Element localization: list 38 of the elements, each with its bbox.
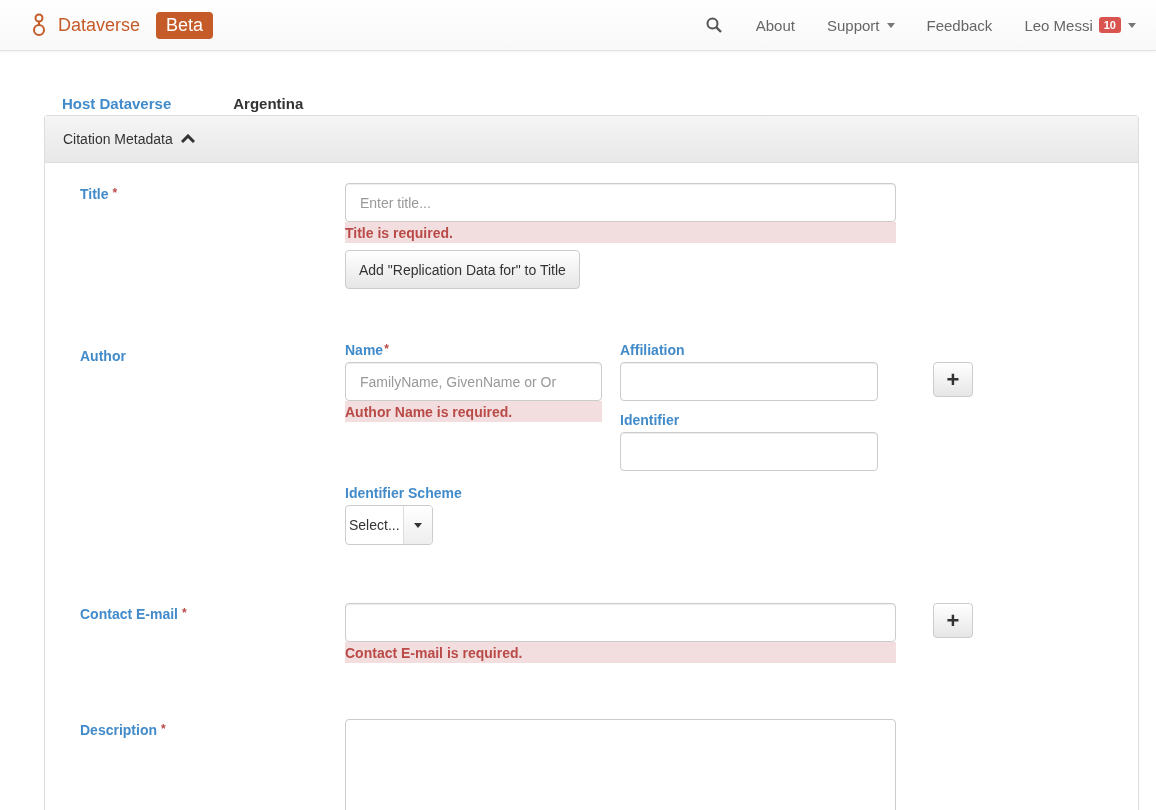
nav-link[interactable]: Support: [826, 16, 895, 34]
nav-link[interactable]: About: [755, 16, 795, 34]
description-field[interactable]: [345, 719, 896, 810]
field-label: Title: [80, 186, 109, 202]
field-label: Contact E-mail: [80, 606, 178, 622]
field-label: Identifier: [620, 412, 680, 428]
field-label: Author: [80, 348, 126, 364]
logo-icon: [32, 13, 46, 37]
field-label: Identifier Scheme: [345, 485, 462, 501]
host-dataverse-link[interactable]: Host Dataverse: [62, 95, 172, 115]
section-title[interactable]: Citation Metadata: [63, 131, 173, 147]
nav-link[interactable]: Feedback: [926, 16, 993, 34]
error-message: Contact E-mail is required.: [345, 642, 896, 663]
field-label: Name: [345, 342, 384, 358]
required-mark: *: [161, 722, 166, 736]
notification-badge: 10: [1098, 17, 1121, 33]
affiliation-field[interactable]: [620, 362, 878, 401]
search-icon[interactable]: [705, 17, 722, 33]
error-message: Title is required.: [345, 222, 896, 243]
error-message: Author Name is required.: [345, 401, 602, 422]
field-label: Description: [80, 722, 157, 738]
brand-link[interactable]: Dataverse: [58, 14, 141, 36]
add-button[interactable]: +: [933, 603, 973, 638]
field-label: Affiliation: [620, 342, 685, 358]
identifier-field[interactable]: [620, 432, 878, 471]
add-replication-button[interactable]: Add "Replication Data for" to Title: [345, 250, 580, 289]
text-field[interactable]: [345, 603, 896, 642]
text-field[interactable]: Enter title...: [345, 183, 896, 222]
user-menu[interactable]: Leo Messi 10: [1024, 16, 1136, 34]
host-dataverse-name: Argentina: [233, 95, 304, 114]
name-field[interactable]: FamilyName, GivenName or Or: [345, 362, 602, 401]
add-button[interactable]: +: [933, 362, 973, 397]
required-mark: *: [112, 186, 118, 200]
identifier-scheme-select[interactable]: Select...: [345, 505, 433, 545]
required-mark: *: [384, 342, 389, 356]
beta-badge: Beta: [156, 11, 214, 39]
chevron-up-icon[interactable]: [180, 134, 195, 144]
required-mark: *: [182, 606, 187, 620]
